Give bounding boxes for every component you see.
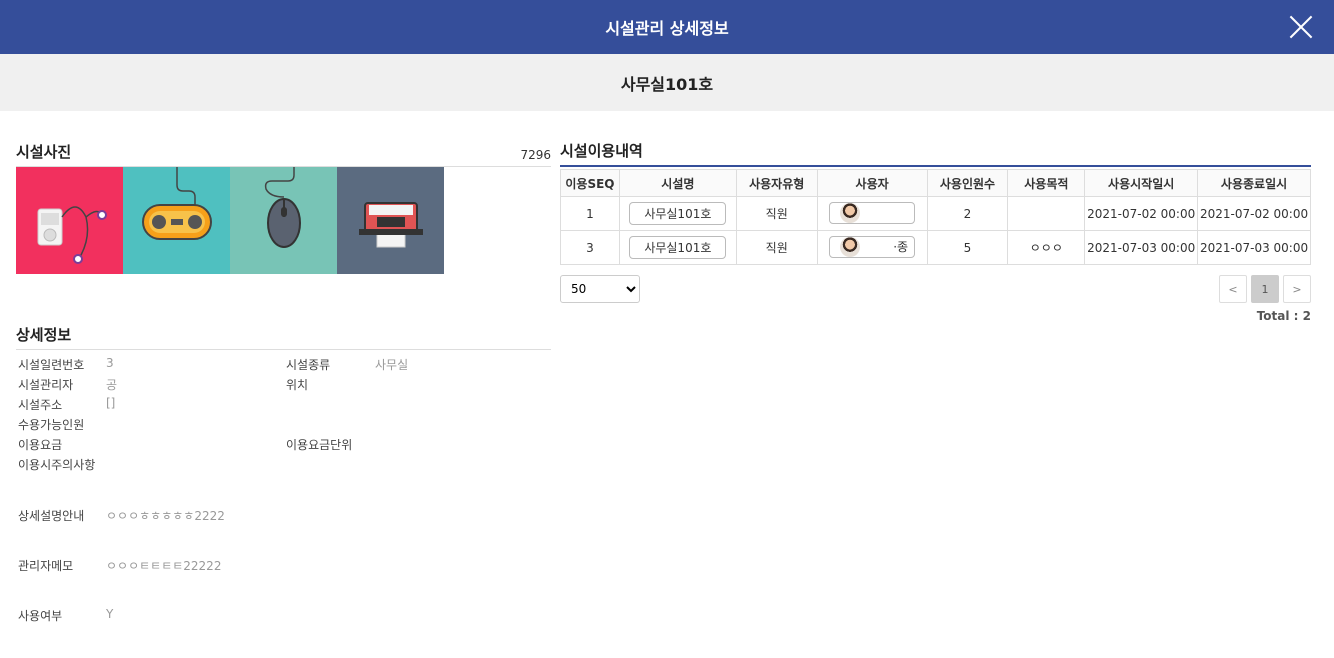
cell-facility: 사무실101호 — [618, 230, 737, 265]
user-name: ·종 — [893, 240, 909, 254]
usage-title: 시설이용내역 — [560, 142, 643, 160]
detail-row: 이용요금 이용요금단위 — [18, 436, 553, 453]
page-button-current[interactable]: 1 — [1251, 275, 1279, 303]
detail-row: 수용가능인원 — [18, 416, 553, 433]
avatar — [840, 202, 861, 223]
total-count: Total : 2 — [1256, 309, 1311, 323]
cell-user-type: 직원 — [735, 196, 818, 231]
usage-table: 이용SEQ 시설명 사용자유형 사용자 사용인원수 사용목적 사용시작일시 사용… — [560, 169, 1311, 265]
modal-title: 시설관리 상세정보 — [605, 19, 729, 38]
user-button[interactable] — [829, 201, 916, 224]
detail-row: 사용여부 Y — [18, 607, 553, 624]
memo-value: ㅇㅇㅇㅌㅌㅌㅌ22222 — [106, 559, 222, 573]
facility-name-button[interactable]: 사무실101호 — [629, 202, 727, 225]
cell-facility: 사무실101호 — [618, 196, 737, 231]
type-value: 사무실 — [375, 358, 409, 372]
detail-info: 시설일련번호 3 시설종류 사무실 시설관리자 공 위치 시설주소 [] 수용가… — [16, 354, 551, 634]
desc-value: ㅇㅇㅇㅎㅎㅎㅎㅎ2222 — [106, 509, 225, 523]
detail-row: 시설주소 [] — [18, 396, 553, 413]
user-button[interactable]: ·종 — [829, 235, 916, 258]
cell-end: 2021-07-03 00:00 — [1197, 230, 1311, 265]
close-icon[interactable] — [1288, 14, 1314, 40]
page-size-select[interactable]: 50 — [560, 275, 640, 303]
manager-label: 시설관리자 — [18, 378, 74, 392]
detail-row: 이용시주의사항 — [18, 456, 553, 473]
pagination: < 1 > — [1219, 275, 1311, 303]
cell-purpose — [1007, 196, 1086, 231]
col-header[interactable]: 사용목적 — [1007, 169, 1086, 197]
notice-label: 이용시주의사항 — [18, 458, 96, 472]
cell-count: 5 — [926, 230, 1009, 265]
mouse-icon[interactable] — [230, 167, 337, 274]
cell-seq: 3 — [560, 230, 620, 265]
facility-name-bar: 사무실101호 — [0, 54, 1334, 111]
address-label: 시설주소 — [18, 398, 63, 412]
table-row: 1 사무실101호 직원 2 2021-07-02 00:00 2021-07-… — [560, 196, 1311, 231]
capacity-label: 수용가능인원 — [18, 418, 85, 432]
cell-seq: 1 — [560, 196, 620, 231]
photos-header: 시설사진 7296 — [16, 141, 551, 167]
cell-user-type: 직원 — [735, 230, 818, 265]
detail-title: 상세정보 — [16, 326, 72, 344]
col-header[interactable]: 사용시작일시 — [1084, 169, 1199, 197]
cell-end: 2021-07-02 00:00 — [1197, 196, 1311, 231]
col-header[interactable]: 이용SEQ — [560, 169, 620, 197]
detail-row: 상세설명안내 ㅇㅇㅇㅎㅎㅎㅎㅎ2222 — [18, 507, 553, 524]
photos-count: 7296 — [520, 148, 551, 162]
location-label: 위치 — [286, 378, 309, 392]
type-label: 시설종류 — [286, 358, 331, 372]
prev-page-button[interactable]: < — [1219, 275, 1247, 303]
facility-name-button[interactable]: 사무실101호 — [629, 236, 727, 259]
detail-row: 시설관리자 공 위치 — [18, 376, 553, 393]
avatar — [840, 236, 861, 257]
left-panel: 시설사진 7296 상세정보 시설일련번호 3 시설종류 사무실 시설관리자 공… — [16, 141, 551, 634]
use-label: 사용여부 — [18, 609, 63, 623]
col-header[interactable]: 사용인원수 — [926, 169, 1009, 197]
col-header[interactable]: 사용자유형 — [735, 169, 818, 197]
gamepad-icon[interactable] — [123, 167, 230, 274]
detail-row: 관리자메모 ㅇㅇㅇㅌㅌㅌㅌ22222 — [18, 557, 553, 574]
col-header[interactable]: 사용자 — [816, 169, 928, 197]
music-player-icon[interactable] — [16, 167, 123, 274]
serial-label: 시설일련번호 — [18, 358, 85, 372]
cell-user — [816, 196, 928, 231]
manager-value: 공 — [106, 378, 118, 392]
col-header[interactable]: 시설명 — [618, 169, 737, 197]
cell-user: ·종 — [816, 230, 928, 265]
cell-start: 2021-07-02 00:00 — [1084, 196, 1199, 231]
fee-unit-label: 이용요금단위 — [286, 438, 353, 452]
table-header-row: 이용SEQ 시설명 사용자유형 사용자 사용인원수 사용목적 사용시작일시 사용… — [560, 169, 1311, 197]
cell-count: 2 — [926, 196, 1009, 231]
serial-value: 3 — [106, 356, 114, 370]
memo-label: 관리자메모 — [18, 559, 74, 573]
facility-name: 사무실101호 — [620, 74, 714, 94]
table-row: 3 사무실101호 직원 ·종 5 ㅇㅇㅇ 2021-07-03 00:00 2… — [560, 230, 1311, 265]
next-page-button[interactable]: > — [1283, 275, 1311, 303]
right-panel: 시설이용내역 이용SEQ 시설명 사용자유형 사용자 사용인원수 사용목적 사용… — [560, 141, 1311, 323]
col-header[interactable]: 사용종료일시 — [1197, 169, 1311, 197]
use-value: Y — [106, 607, 114, 621]
detail-row: 시설일련번호 3 시설종류 사무실 — [18, 356, 553, 373]
usage-header: 시설이용내역 — [560, 141, 1311, 167]
pagination-bar: 50 < 1 > — [560, 275, 1311, 303]
instant-camera-icon[interactable] — [337, 167, 444, 274]
photos-title: 시설사진 — [16, 143, 72, 161]
fee-label: 이용요금 — [18, 438, 63, 452]
cell-purpose: ㅇㅇㅇ — [1007, 230, 1086, 265]
modal-header: 시설관리 상세정보 — [0, 0, 1334, 54]
address-value: [] — [106, 396, 116, 410]
desc-label: 상세설명안내 — [18, 509, 85, 523]
detail-header: 상세정보 — [16, 324, 551, 350]
cell-start: 2021-07-03 00:00 — [1084, 230, 1199, 265]
photo-gallery — [16, 167, 551, 274]
